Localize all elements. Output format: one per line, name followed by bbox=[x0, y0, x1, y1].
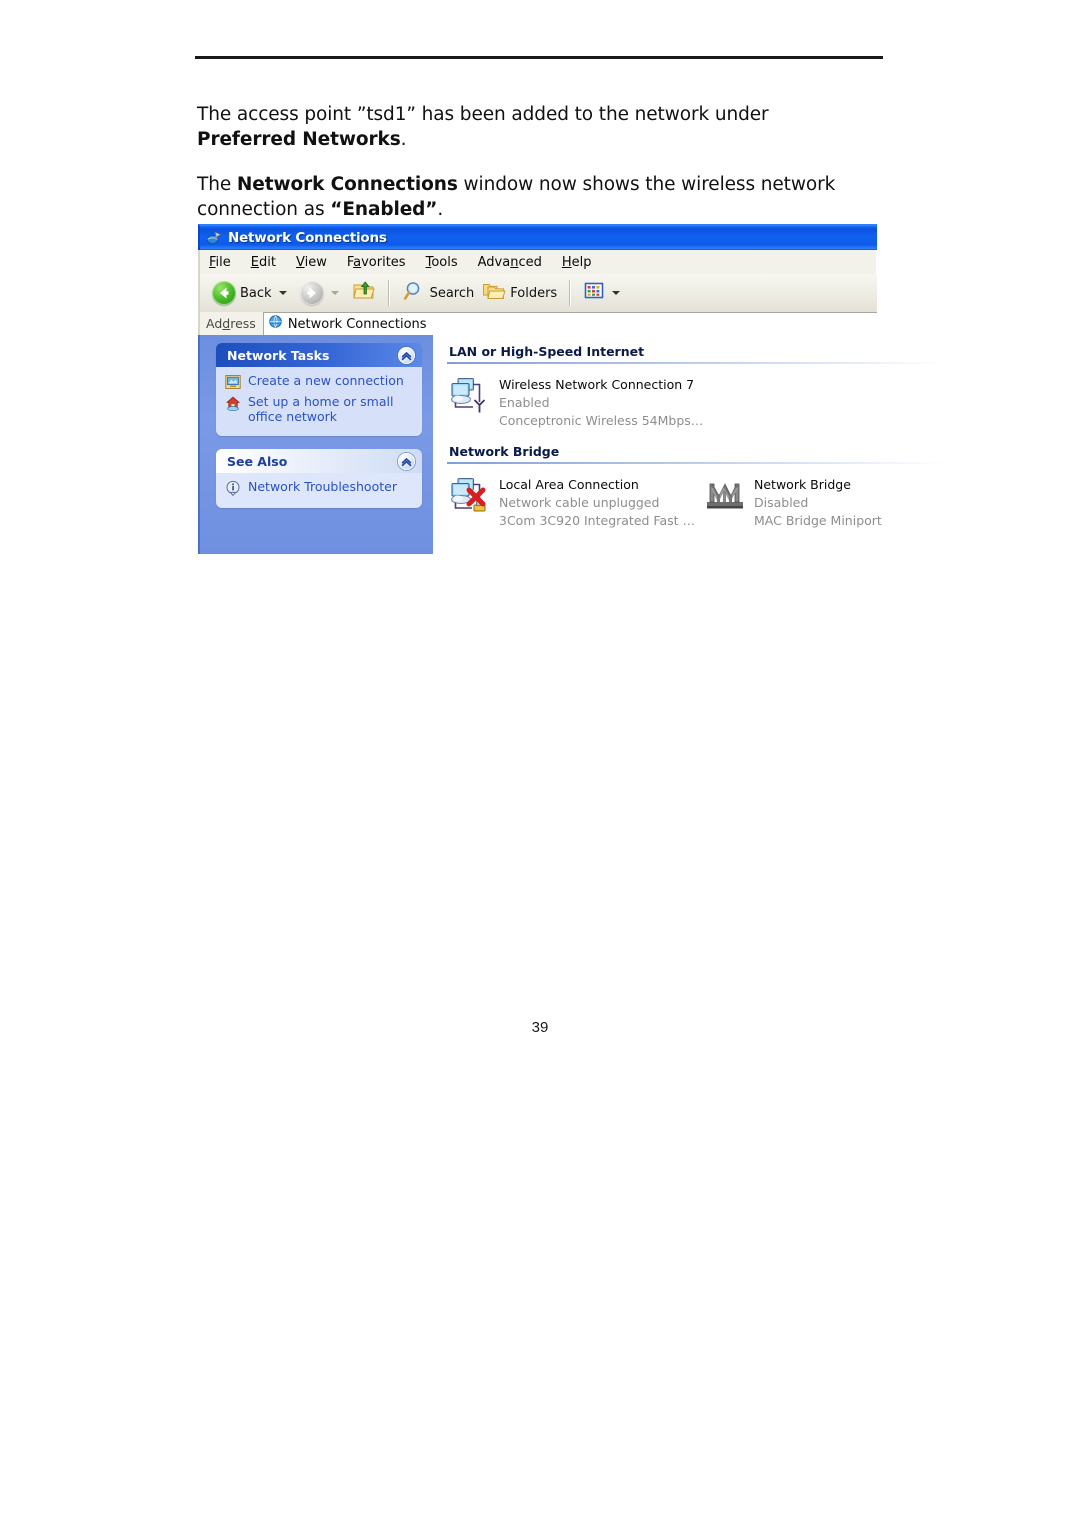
connection-device: Conceptronic Wireless 54Mbps… bbox=[499, 413, 704, 428]
lan-disconnected-icon bbox=[449, 474, 493, 516]
emphasis-text: Preferred Networks bbox=[197, 129, 401, 150]
network-connections-icon bbox=[206, 230, 222, 246]
group-heading: LAN or High-Speed Internet bbox=[449, 344, 645, 359]
connection-item-local-area[interactable]: Local Area Connection Network cable unpl… bbox=[449, 474, 704, 530]
panel-network-tasks-header[interactable]: Network Tasks bbox=[216, 343, 422, 367]
panel-see-also-header[interactable]: See Also bbox=[216, 449, 422, 473]
address-value: Network Connections bbox=[287, 316, 427, 332]
task-sidebar: Network Tasks Create a new connection Se… bbox=[198, 335, 433, 554]
toolbar: Back Search Folders bbox=[198, 274, 877, 312]
chevron-up-icon[interactable] bbox=[398, 346, 415, 364]
page-number: 39 bbox=[531, 1019, 549, 1036]
folders-icon bbox=[482, 280, 506, 307]
connection-status: Disabled bbox=[754, 495, 809, 510]
paragraph-network-connections: The Network Connections window now shows… bbox=[197, 172, 873, 222]
task-create-new-connection[interactable]: Create a new connection bbox=[225, 373, 414, 390]
menu-bar: File Edit View Favorites Tools Advanced Help bbox=[198, 250, 877, 274]
connection-name: Local Area Connection bbox=[499, 477, 639, 492]
task-setup-home-network[interactable]: Set up a home or small office network bbox=[225, 394, 414, 424]
connections-list-pane: LAN or High-Speed Internet Wireless Netw… bbox=[433, 335, 959, 554]
connection-text-block: Wireless Network Connection 7 Enabled Co… bbox=[499, 374, 703, 430]
forward-dropdown-icon bbox=[330, 291, 339, 295]
address-bar: Address Network Connections bbox=[198, 312, 877, 335]
folders-label: Folders bbox=[510, 285, 558, 301]
back-dropdown-icon[interactable] bbox=[278, 291, 287, 295]
views-dropdown-icon[interactable] bbox=[612, 291, 621, 295]
folders-button[interactable]: Folders bbox=[478, 277, 561, 309]
group-items: Wireless Network Connection 7 Enabled Co… bbox=[445, 364, 959, 430]
panel-see-also-body: Network Troubleshooter bbox=[216, 473, 422, 508]
connection-name: Wireless Network Connection 7 bbox=[499, 377, 695, 392]
window-client-area: Network Tasks Create a new connection Se… bbox=[198, 335, 959, 554]
task-network-troubleshooter[interactable]: Network Troubleshooter bbox=[225, 479, 414, 497]
search-button[interactable]: Search bbox=[398, 277, 479, 309]
window-titlebar: Network Connections bbox=[198, 224, 877, 250]
task-network-troubleshooter-label: Network Troubleshooter bbox=[248, 479, 397, 494]
address-label: Address bbox=[206, 316, 256, 331]
group-lan-or-high-speed-internet: LAN or High-Speed Internet Wireless Netw… bbox=[445, 344, 959, 430]
panel-see-also-title: See Also bbox=[227, 453, 288, 469]
panel-network-tasks-body: Create a new connection Set up a home or… bbox=[216, 367, 422, 436]
group-network-bridge: Network Bridge Local Area Connection Net… bbox=[445, 444, 959, 530]
views-icon bbox=[583, 281, 605, 306]
menu-item-tools[interactable]: Tools bbox=[426, 255, 458, 270]
back-label: Back bbox=[240, 285, 272, 301]
forward-arrow-icon bbox=[299, 281, 324, 305]
connection-text-block: Network Bridge Disabled MAC Bridge Minip… bbox=[754, 474, 882, 530]
body-text: . bbox=[437, 199, 444, 220]
views-button[interactable] bbox=[579, 277, 629, 309]
menu-item-file[interactable]: File bbox=[209, 255, 231, 270]
back-button[interactable]: Back bbox=[208, 277, 296, 309]
group-items: Local Area Connection Network cable unpl… bbox=[445, 464, 959, 530]
search-icon bbox=[402, 280, 426, 307]
group-heading: Network Bridge bbox=[449, 444, 560, 459]
info-icon bbox=[225, 480, 241, 497]
connection-name: Network Bridge bbox=[754, 477, 851, 492]
menu-item-help[interactable]: Help bbox=[562, 255, 592, 270]
panel-see-also: See Also Network Troubleshooter bbox=[216, 449, 422, 508]
up-button[interactable] bbox=[348, 277, 380, 309]
address-input[interactable]: Network Connections bbox=[262, 312, 877, 335]
up-folder-icon bbox=[352, 280, 376, 307]
window-title: Network Connections bbox=[228, 230, 387, 246]
menu-item-view[interactable]: View bbox=[296, 255, 327, 270]
emphasis-text: “Enabled” bbox=[330, 199, 438, 220]
search-label: Search bbox=[429, 285, 475, 301]
panel-network-tasks: Network Tasks Create a new connection Se… bbox=[216, 343, 422, 436]
new-connection-icon bbox=[225, 374, 241, 390]
connection-status: Network cable unplugged bbox=[499, 495, 660, 510]
paragraph-preferred-networks: The access point ”tsd1” has been added t… bbox=[197, 102, 873, 152]
panel-network-tasks-title: Network Tasks bbox=[227, 347, 330, 363]
connection-item-network-bridge[interactable]: Network Bridge Disabled MAC Bridge Minip… bbox=[704, 474, 959, 530]
body-text: The access point ”tsd1” has been added t… bbox=[197, 104, 769, 125]
connection-status: Enabled bbox=[499, 395, 550, 410]
connection-device: 3Com 3C920 Integrated Fast … bbox=[499, 513, 696, 528]
forward-button bbox=[296, 277, 348, 309]
toolbar-separator-2 bbox=[569, 280, 572, 306]
menu-item-advanced[interactable]: Advanced bbox=[478, 255, 542, 270]
connection-device: MAC Bridge Miniport bbox=[754, 513, 882, 528]
wireless-connection-icon bbox=[449, 374, 493, 416]
back-arrow-icon bbox=[212, 281, 236, 305]
bridge-icon bbox=[704, 474, 748, 516]
network-connections-window: Network Connections File Edit View Favorite… bbox=[198, 224, 959, 555]
menu-item-favorites[interactable]: Favorites bbox=[347, 255, 406, 270]
menu-item-edit[interactable]: Edit bbox=[251, 255, 276, 270]
connection-text-block: Local Area Connection Network cable unpl… bbox=[499, 474, 695, 530]
network-globe-icon bbox=[268, 314, 283, 334]
body-text: . bbox=[400, 129, 407, 150]
page-header-rule bbox=[195, 56, 883, 59]
task-create-new-connection-label: Create a new connection bbox=[248, 373, 404, 388]
home-network-icon bbox=[225, 395, 241, 412]
connection-item-wireless[interactable]: Wireless Network Connection 7 Enabled Co… bbox=[449, 374, 704, 430]
emphasis-text: Network Connections bbox=[236, 174, 458, 195]
toolbar-separator-1 bbox=[387, 280, 390, 306]
chevron-up-icon[interactable] bbox=[398, 452, 415, 470]
task-setup-home-network-label: Set up a home or small office network bbox=[248, 394, 394, 424]
body-text: The bbox=[197, 174, 237, 195]
